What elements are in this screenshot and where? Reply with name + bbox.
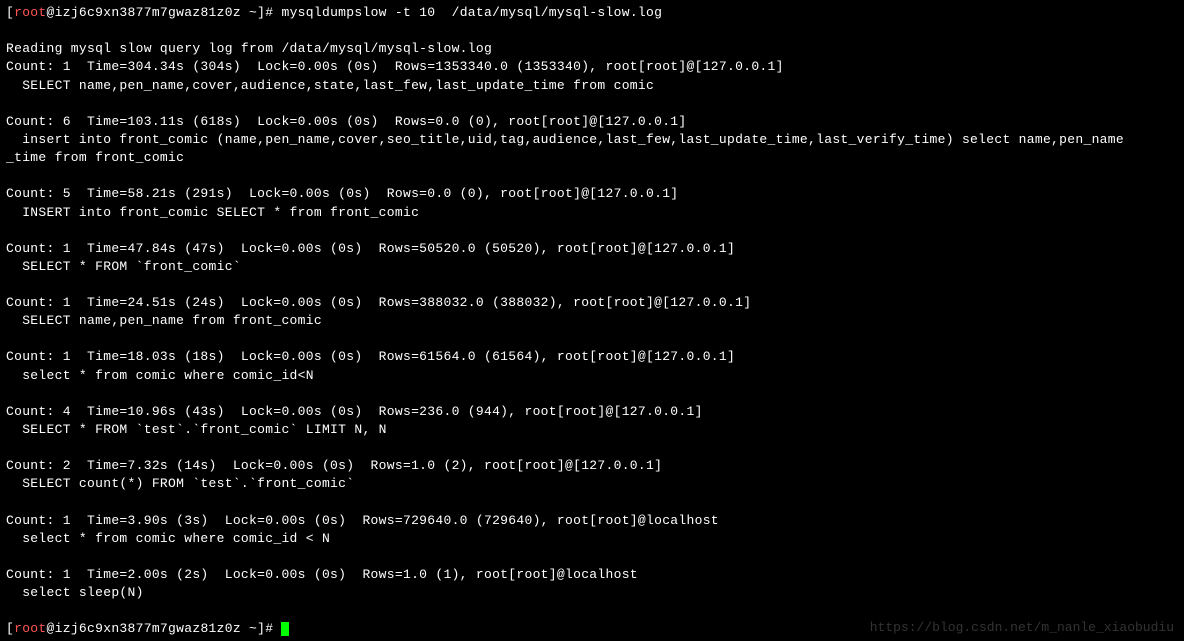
entry-8-header: Count: 2 Time=7.32s (14s) Lock=0.00s (0s… (6, 457, 1178, 475)
entry-8-query: SELECT count(*) FROM `test`.`front_comic… (6, 475, 1178, 493)
entry-6-header: Count: 1 Time=18.03s (18s) Lock=0.00s (0… (6, 348, 1178, 366)
blank-line (6, 22, 1178, 40)
entry-10-query: select sleep(N) (6, 584, 1178, 602)
entry-5-header: Count: 1 Time=24.51s (24s) Lock=0.00s (0… (6, 294, 1178, 312)
blank-line (6, 548, 1178, 566)
entry-7-header: Count: 4 Time=10.96s (43s) Lock=0.00s (0… (6, 403, 1178, 421)
entry-9-header: Count: 1 Time=3.90s (3s) Lock=0.00s (0s)… (6, 512, 1178, 530)
blank-line (6, 385, 1178, 403)
blank-line (6, 494, 1178, 512)
entry-4-query: SELECT * FROM `front_comic` (6, 258, 1178, 276)
entry-1-header: Count: 1 Time=304.34s (304s) Lock=0.00s … (6, 58, 1178, 76)
prompt-user: root (14, 5, 46, 20)
blank-line (6, 439, 1178, 457)
prompt-host: @izj6c9xn3877m7gwaz81z0z ~ (47, 5, 258, 20)
bracket-open: [ (6, 5, 14, 20)
watermark-text: https://blog.csdn.net/m_nanle_xiaobudiu (870, 619, 1174, 637)
entry-5-query: SELECT name,pen_name from front_comic (6, 312, 1178, 330)
blank-line (6, 95, 1178, 113)
entry-4-header: Count: 1 Time=47.84s (47s) Lock=0.00s (0… (6, 240, 1178, 258)
entry-6-query: select * from comic where comic_id<N (6, 367, 1178, 385)
cursor-icon (281, 622, 289, 636)
blank-line (6, 222, 1178, 240)
blank-line (6, 276, 1178, 294)
bracket-open: [ (6, 621, 14, 636)
prompt-line-1: [root@izj6c9xn3877m7gwaz81z0z ~]# mysqld… (6, 4, 1178, 22)
entry-2-header: Count: 6 Time=103.11s (618s) Lock=0.00s … (6, 113, 1178, 131)
reading-line: Reading mysql slow query log from /data/… (6, 40, 1178, 58)
entry-10-header: Count: 1 Time=2.00s (2s) Lock=0.00s (0s)… (6, 566, 1178, 584)
bracket-close: ]# (257, 5, 281, 20)
entry-3-header: Count: 5 Time=58.21s (291s) Lock=0.00s (… (6, 185, 1178, 203)
entry-2-wrap: _time from front_comic (6, 149, 1178, 167)
entry-9-query: select * from comic where comic_id < N (6, 530, 1178, 548)
entry-3-query: INSERT into front_comic SELECT * from fr… (6, 204, 1178, 222)
entry-2-query: insert into front_comic (name,pen_name,c… (6, 131, 1178, 149)
entry-1-query: SELECT name,pen_name,cover,audience,stat… (6, 77, 1178, 95)
entry-7-query: SELECT * FROM `test`.`front_comic` LIMIT… (6, 421, 1178, 439)
prompt-user: root (14, 621, 46, 636)
terminal-session[interactable]: [root@izj6c9xn3877m7gwaz81z0z ~]# mysqld… (6, 4, 1178, 639)
blank-line (6, 330, 1178, 348)
blank-line (6, 167, 1178, 185)
bracket-close: ]# (257, 621, 281, 636)
prompt-host: @izj6c9xn3877m7gwaz81z0z ~ (47, 621, 258, 636)
command-text: mysqldumpslow -t 10 /data/mysql/mysql-sl… (281, 5, 662, 20)
blank-line (6, 602, 1178, 620)
